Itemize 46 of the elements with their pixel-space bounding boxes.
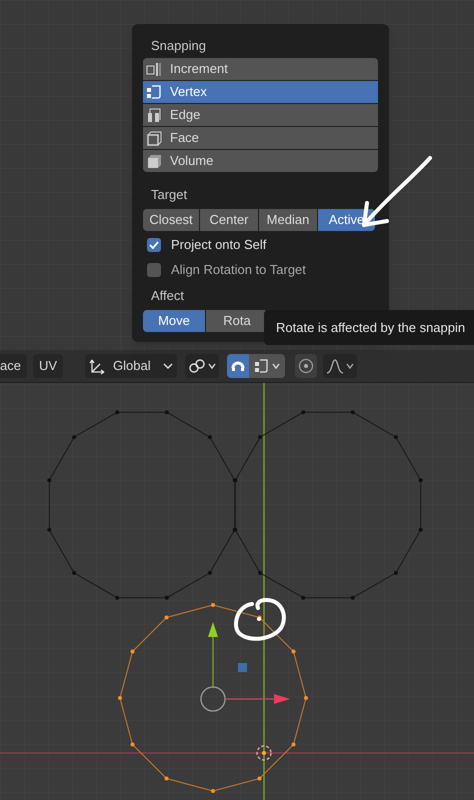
y-axis-arrow — [208, 622, 218, 688]
segment-button[interactable]: Median — [259, 209, 317, 231]
checkbox[interactable] — [147, 238, 161, 252]
3d-cursor-icon — [256, 745, 272, 761]
caret-icon — [163, 362, 174, 370]
snap-option[interactable]: Face — [143, 127, 378, 149]
vertex-snap-icon — [254, 358, 270, 374]
segment-button[interactable]: Rota — [206, 310, 268, 332]
caret-icon — [346, 362, 354, 370]
volume-icon — [146, 153, 162, 169]
snap-toggle[interactable] — [227, 354, 250, 378]
pivot-circle — [200, 686, 226, 712]
checkbox-label: Align Rotation to Target — [171, 260, 306, 279]
checkbox[interactable] — [147, 262, 161, 276]
segment-button[interactable]: Move — [143, 310, 205, 332]
snapped-vertex — [257, 617, 261, 621]
plane-handle — [238, 663, 247, 672]
snap-option[interactable]: Edge — [143, 104, 378, 126]
face-icon — [146, 130, 162, 146]
snap-option[interactable]: Vertex — [143, 81, 378, 103]
target-icon — [298, 358, 314, 374]
snap-element-dropdown[interactable] — [249, 354, 286, 378]
segment-button[interactable]: Center — [200, 209, 258, 231]
caret-icon — [272, 362, 280, 370]
pivot-dropdown[interactable] — [185, 354, 220, 378]
x-axis-arrow — [226, 694, 290, 704]
mode-button[interactable]: ace — [0, 354, 27, 378]
curve-icon — [326, 358, 344, 374]
vertex-icon — [146, 84, 162, 100]
proportional-editing-toggle[interactable] — [295, 354, 318, 378]
increment-icon — [146, 61, 162, 77]
checkbox-label: Project onto Self — [171, 236, 266, 254]
falloff-dropdown[interactable] — [323, 354, 358, 378]
tooltip: Rotate is affected by the snappin — [264, 310, 474, 345]
link-icon — [188, 357, 206, 375]
snap-option[interactable]: Volume — [143, 150, 378, 172]
annotation-arrow — [362, 156, 432, 227]
section-label: Snapping — [150, 37, 207, 55]
segment-button[interactable]: Closest — [143, 209, 199, 231]
section-label: Affect — [150, 287, 186, 305]
mode-button[interactable]: UV — [32, 354, 64, 378]
snap-option[interactable]: Increment — [143, 58, 378, 80]
section-label: Target — [150, 186, 188, 204]
orientation-dropdown[interactable]: Global — [85, 354, 178, 378]
edge-icon — [146, 107, 162, 123]
caret-icon — [208, 362, 216, 370]
